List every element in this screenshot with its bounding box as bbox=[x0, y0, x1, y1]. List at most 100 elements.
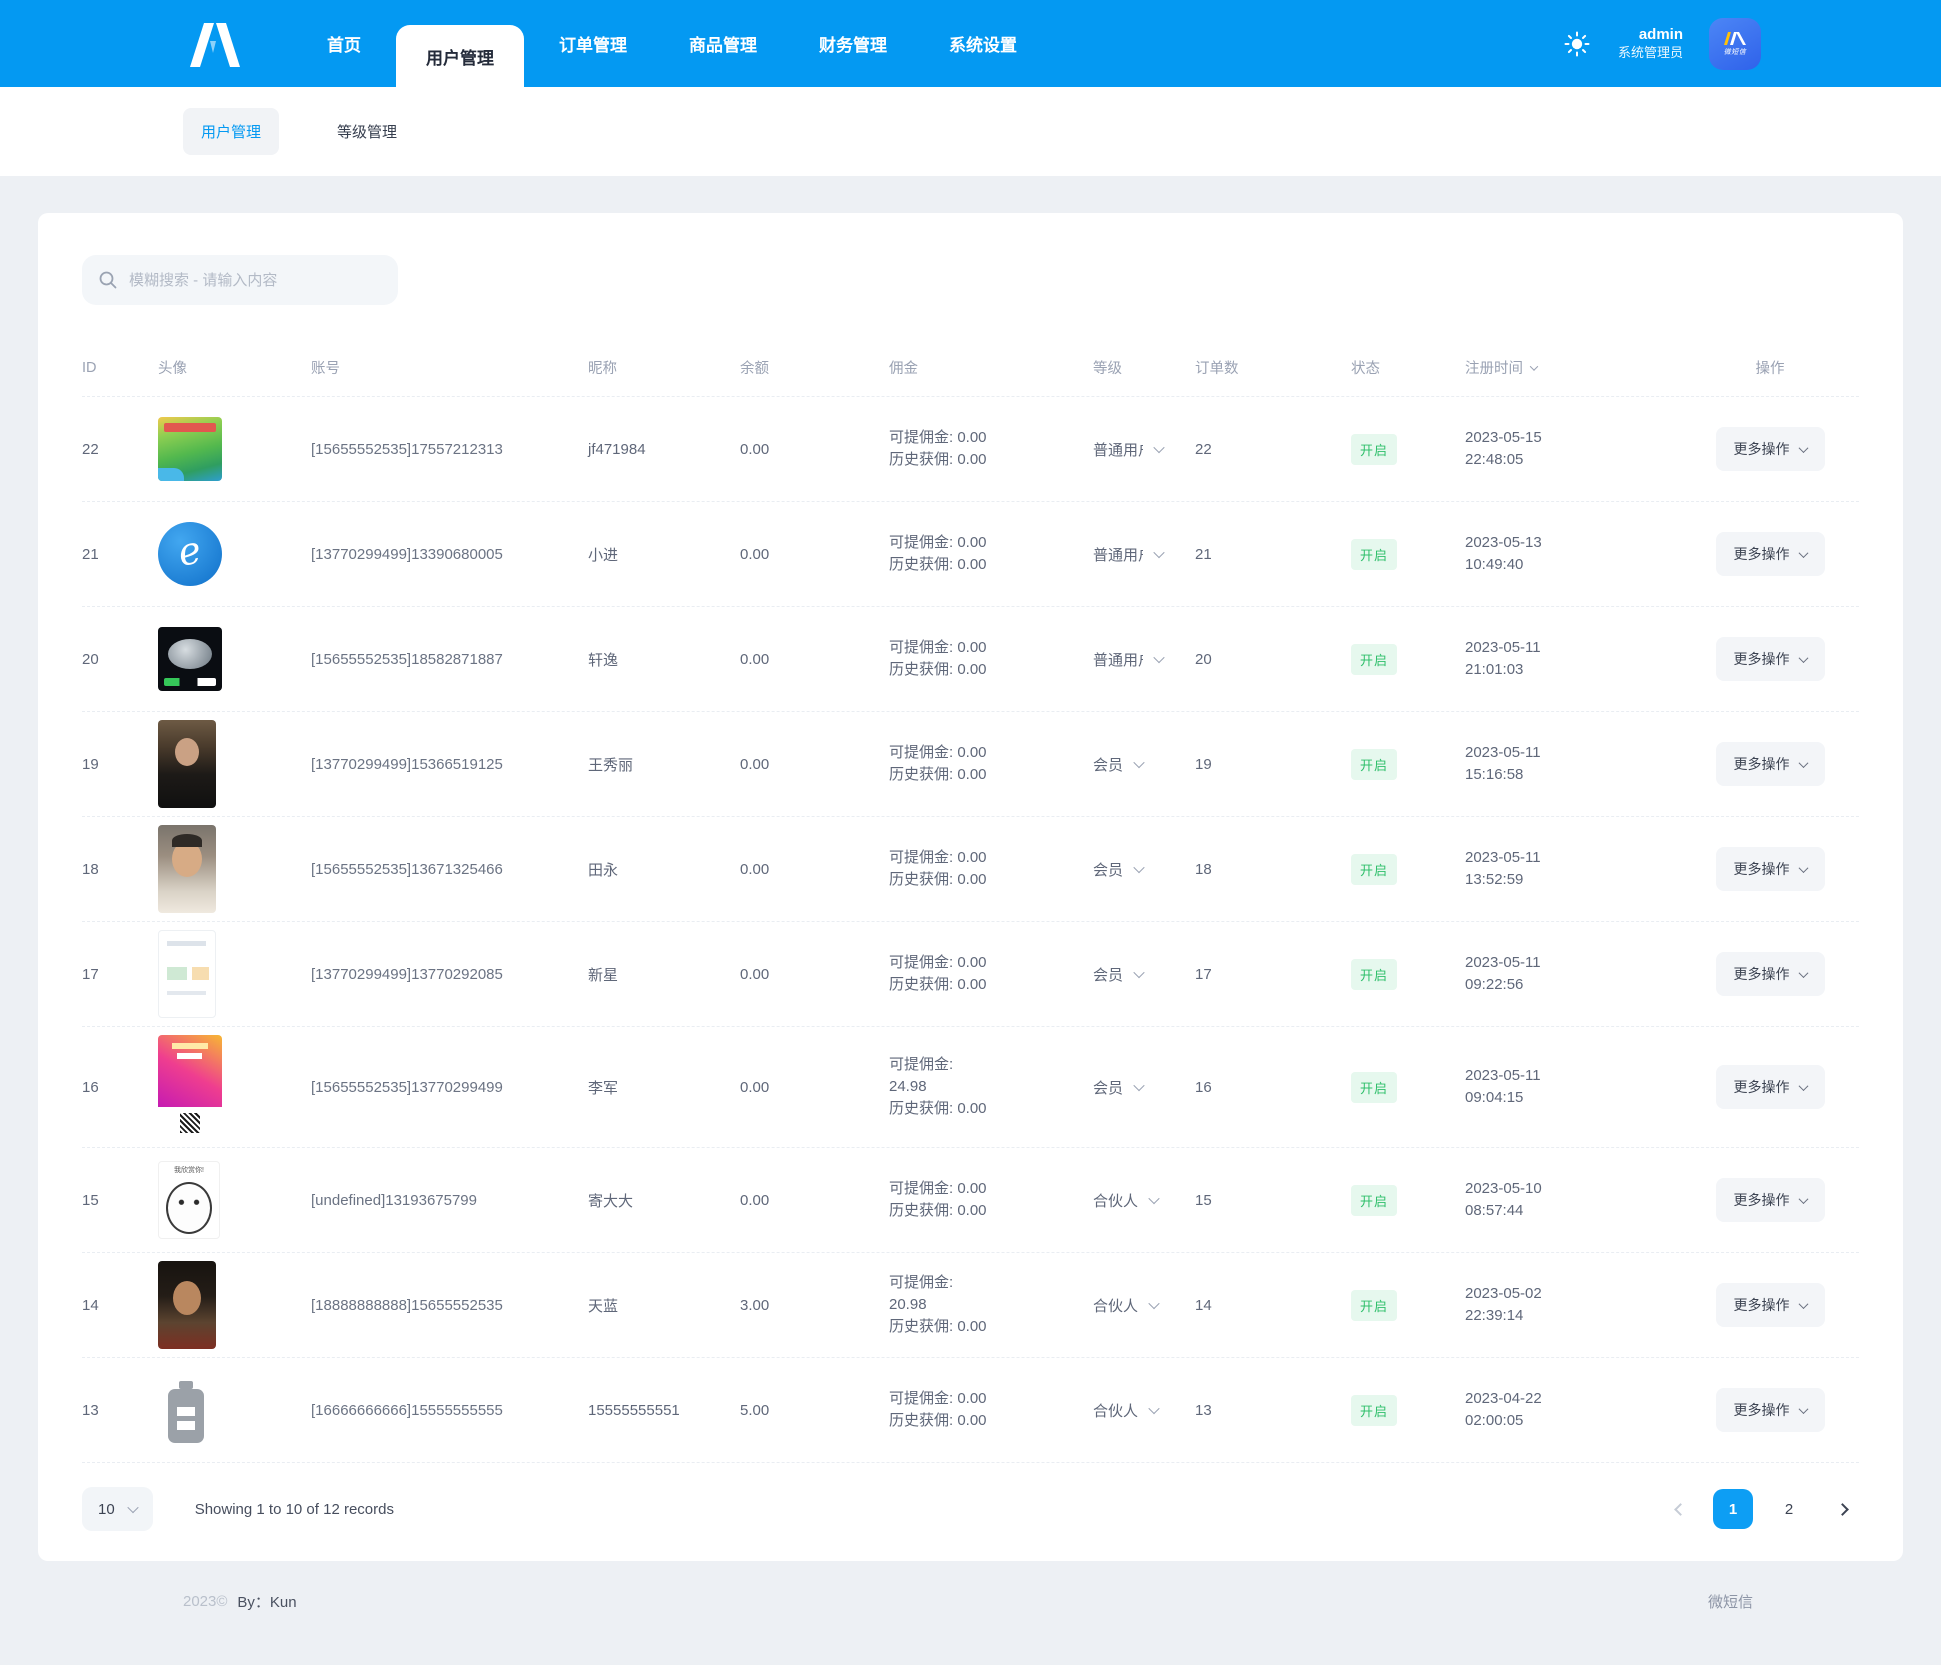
commission-line: 历史获佣: 0.00 bbox=[889, 1100, 987, 1117]
row-actions-cell: 更多操作 bbox=[1681, 952, 1859, 996]
chevron-down-icon[interactable] bbox=[1153, 651, 1165, 664]
more-actions-label: 更多操作 bbox=[1733, 966, 1790, 982]
more-actions-button[interactable]: 更多操作 bbox=[1715, 1388, 1825, 1432]
column-header-orders: 订单数 bbox=[1195, 357, 1351, 378]
nav-item-user-management[interactable]: 用户管理 bbox=[396, 25, 524, 87]
more-actions-button[interactable]: 更多操作 bbox=[1715, 1178, 1825, 1222]
row-account: [15655552535]18582871887 bbox=[311, 650, 503, 668]
table-body: 22 [15655552535]17557212313 jf471984 0.0… bbox=[82, 397, 1859, 1463]
chevron-down-icon[interactable] bbox=[1148, 1297, 1160, 1310]
chevron-down-icon bbox=[1798, 547, 1808, 558]
more-actions-button[interactable]: 更多操作 bbox=[1715, 637, 1825, 681]
chevron-right-icon bbox=[1835, 1502, 1849, 1516]
row-commission: 可提佣金: 0.00 历史获佣: 0.00 bbox=[889, 427, 1093, 471]
table-row: 22 [15655552535]17557212313 jf471984 0.0… bbox=[82, 397, 1859, 502]
commission-line: 20.98 bbox=[889, 1296, 927, 1313]
nav-item-system-settings[interactable]: 系统设置 bbox=[922, 0, 1044, 87]
column-header-label: 等级 bbox=[1093, 361, 1122, 377]
row-account: [15655552535]13770299499 bbox=[311, 1078, 503, 1096]
row-account: [18888888888]15655552535 bbox=[311, 1296, 503, 1314]
more-actions-button[interactable]: 更多操作 bbox=[1715, 847, 1825, 891]
row-nickname: 李军 bbox=[588, 1079, 619, 1097]
nav-item-product-management[interactable]: 商品管理 bbox=[662, 0, 784, 87]
chevron-down-icon[interactable] bbox=[1133, 966, 1145, 979]
chevron-down-icon[interactable] bbox=[1148, 1192, 1160, 1205]
more-actions-button[interactable]: 更多操作 bbox=[1715, 1065, 1825, 1109]
commission-line: 历史获佣: 0.00 bbox=[889, 451, 987, 468]
row-id: 18 bbox=[82, 860, 99, 878]
row-avatar-cell bbox=[158, 1035, 311, 1139]
chevron-down-icon bbox=[1798, 967, 1808, 978]
row-level: 会员 bbox=[1093, 964, 1195, 985]
row-actions-cell: 更多操作 bbox=[1681, 742, 1859, 786]
nav-item-order-management[interactable]: 订单管理 bbox=[532, 0, 654, 87]
page-button-1[interactable]: 1 bbox=[1713, 1489, 1753, 1529]
prev-page-button[interactable] bbox=[1663, 1492, 1697, 1526]
row-level: 合伙人 bbox=[1093, 1190, 1195, 1211]
more-actions-button[interactable]: 更多操作 bbox=[1715, 427, 1825, 471]
row-level: 合伙人 bbox=[1093, 1295, 1195, 1316]
avatar[interactable]: 微短信 bbox=[1709, 17, 1761, 70]
row-account: [16666666666]15555555555 bbox=[311, 1401, 503, 1419]
row-balance: 0.00 bbox=[740, 545, 770, 563]
row-register-time: 2023-05-15 22:48:05 bbox=[1465, 427, 1681, 471]
page-size-select[interactable]: 10 bbox=[82, 1487, 153, 1531]
row-account: [undefined]13193675799 bbox=[311, 1191, 477, 1209]
subnav-item-level-management[interactable]: 等级管理 bbox=[319, 108, 415, 155]
row-order-count: 20 bbox=[1195, 650, 1212, 668]
user-avatar bbox=[158, 930, 216, 1018]
chevron-down-icon bbox=[1798, 1080, 1808, 1091]
row-level-value: 普通用户 bbox=[1093, 651, 1143, 669]
next-page-button[interactable] bbox=[1825, 1492, 1859, 1526]
row-nickname: 15555555551 bbox=[588, 1401, 680, 1419]
row-commission: 可提佣金: 0.00 历史获佣: 0.00 bbox=[889, 847, 1093, 891]
subnav-item-user-management[interactable]: 用户管理 bbox=[183, 108, 280, 155]
row-status-cell: 开启 bbox=[1351, 643, 1465, 675]
page-button-2[interactable]: 2 bbox=[1769, 1489, 1809, 1529]
brand-logo[interactable] bbox=[186, 0, 242, 87]
more-actions-button[interactable]: 更多操作 bbox=[1715, 1283, 1825, 1327]
column-header-label: 操作 bbox=[1755, 361, 1785, 377]
search-box[interactable] bbox=[82, 255, 398, 305]
row-actions-cell: 更多操作 bbox=[1681, 1178, 1859, 1222]
more-actions-label: 更多操作 bbox=[1733, 756, 1790, 772]
chevron-down-icon[interactable] bbox=[1133, 756, 1145, 769]
more-actions-label: 更多操作 bbox=[1733, 651, 1790, 667]
chevron-down-icon[interactable] bbox=[1153, 546, 1165, 559]
more-actions-button[interactable]: 更多操作 bbox=[1715, 532, 1825, 576]
row-order-count: 21 bbox=[1195, 545, 1212, 563]
row-account: [15655552535]17557212313 bbox=[311, 440, 503, 458]
commission-line: 可提佣金: bbox=[889, 1056, 954, 1073]
nav-item-home[interactable]: 首页 bbox=[300, 0, 388, 87]
search-input[interactable] bbox=[129, 271, 382, 289]
pagination-bar: 10 Showing 1 to 10 of 12 records 12 bbox=[82, 1487, 1859, 1531]
chevron-down-icon[interactable] bbox=[1148, 1402, 1160, 1415]
chevron-down-icon[interactable] bbox=[1133, 861, 1145, 874]
nav-item-finance-management[interactable]: 财务管理 bbox=[792, 0, 914, 87]
status-badge: 开启 bbox=[1351, 538, 1398, 570]
column-header-register-time[interactable]: 注册时间 bbox=[1465, 357, 1681, 378]
chevron-down-icon[interactable] bbox=[1133, 1079, 1145, 1092]
more-actions-button[interactable]: 更多操作 bbox=[1715, 742, 1825, 786]
column-header-label: 余额 bbox=[740, 361, 769, 377]
row-id: 13 bbox=[82, 1401, 99, 1419]
row-register-time: 2023-05-11 13:52:59 bbox=[1465, 847, 1681, 891]
user-info[interactable]: admin 系统管理员 bbox=[1618, 26, 1683, 61]
column-header-actions: 操作 bbox=[1681, 357, 1859, 378]
row-balance: 0.00 bbox=[740, 965, 770, 983]
commission-line: 可提佣金: bbox=[889, 1274, 954, 1291]
theme-toggle-button[interactable] bbox=[1562, 29, 1592, 59]
register-time-line: 2023-05-11 bbox=[1465, 639, 1541, 656]
row-level-value: 会员 bbox=[1093, 966, 1124, 984]
row-order-count: 22 bbox=[1195, 440, 1212, 458]
commission-line: 历史获佣: 0.00 bbox=[889, 871, 987, 888]
row-status-cell: 开启 bbox=[1351, 1071, 1465, 1103]
row-nickname: 小进 bbox=[588, 546, 619, 564]
chevron-down-icon[interactable] bbox=[1153, 441, 1165, 454]
row-commission: 可提佣金: 0.00 历史获佣: 0.00 bbox=[889, 742, 1093, 786]
more-actions-label: 更多操作 bbox=[1733, 861, 1790, 877]
row-nickname: jf471984 bbox=[588, 440, 646, 458]
more-actions-button[interactable]: 更多操作 bbox=[1715, 952, 1825, 996]
column-header-label: 订单数 bbox=[1195, 361, 1239, 377]
row-register-time: 2023-05-02 22:39:14 bbox=[1465, 1283, 1681, 1327]
